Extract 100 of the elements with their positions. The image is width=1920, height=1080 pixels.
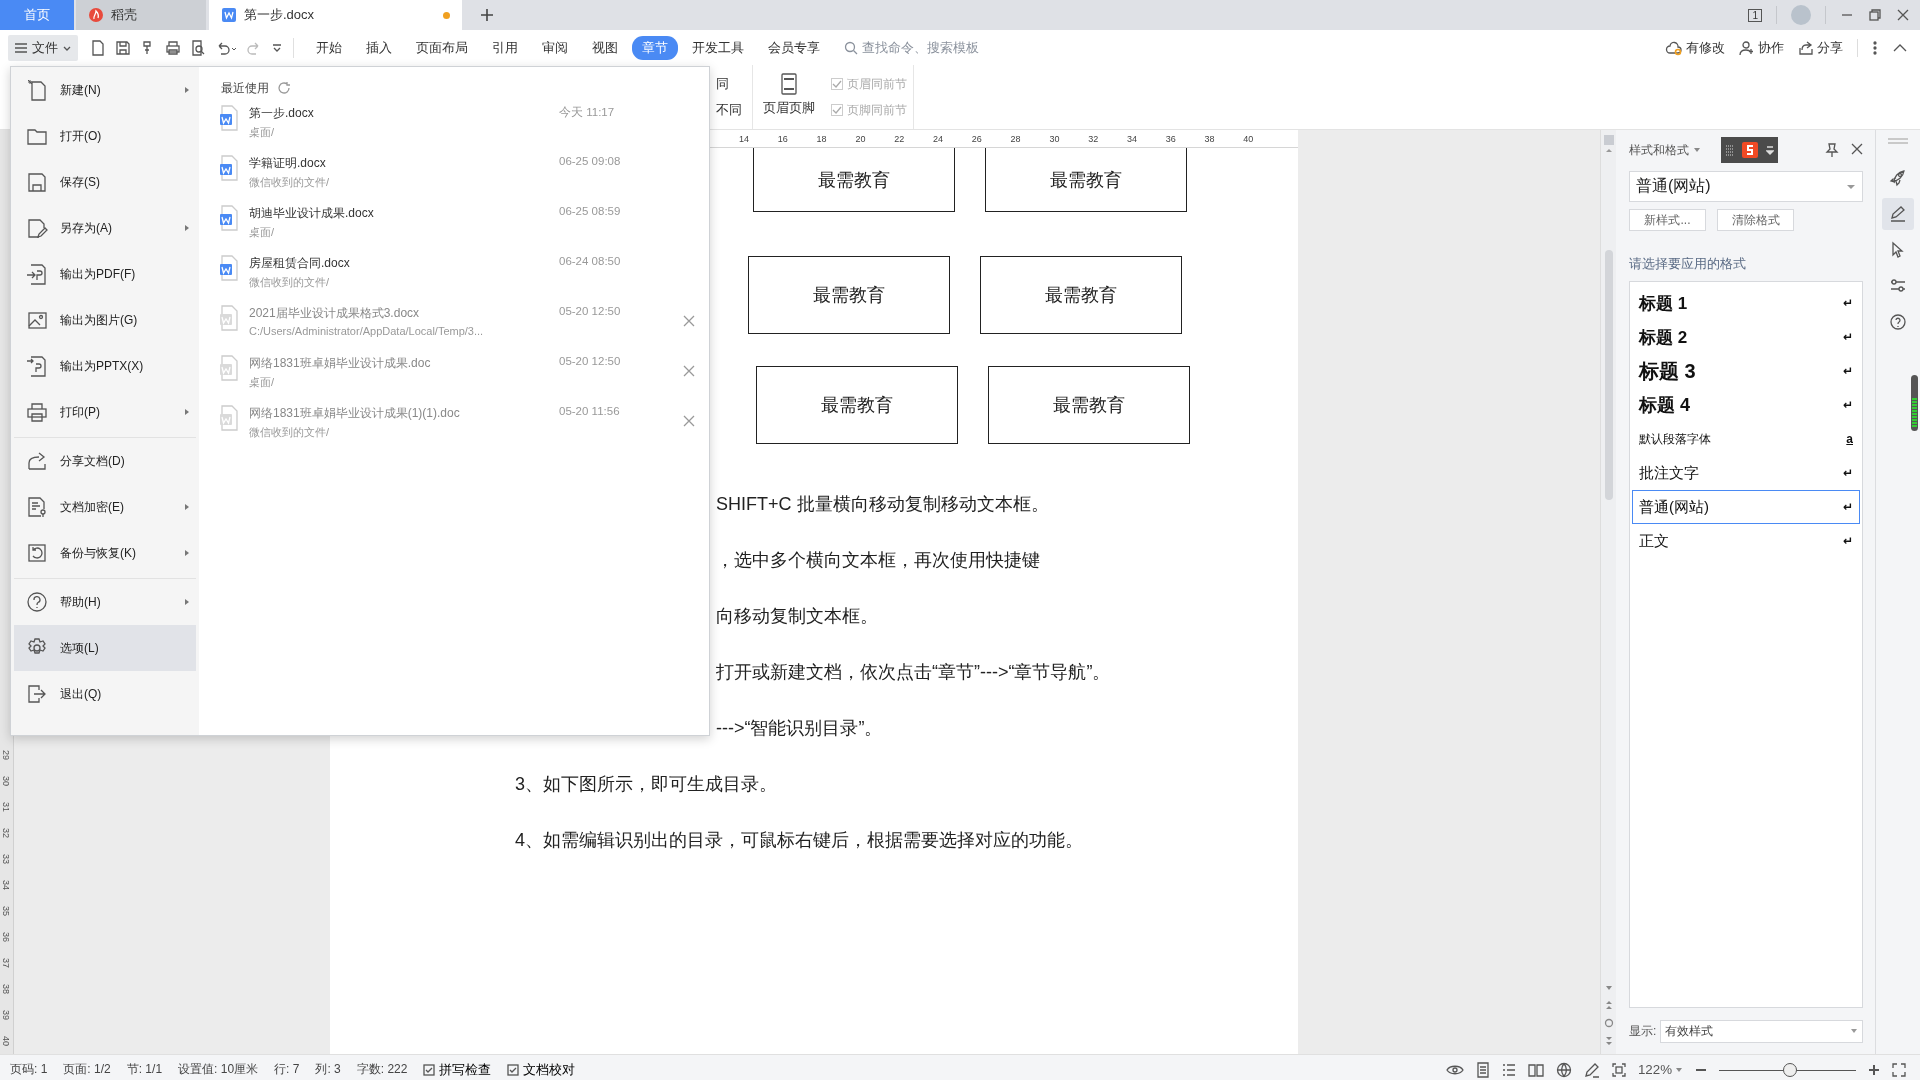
ruler-toggle-icon[interactable] <box>1602 134 1615 146</box>
menu-icon <box>14 40 28 55</box>
style-item[interactable]: 标题 4 ↵ <box>1632 388 1860 422</box>
ribbon-tab[interactable]: 插入 <box>356 35 402 60</box>
pen-icon[interactable] <box>1583 1061 1600 1078</box>
window-tab[interactable]: 稻壳 <box>76 0 206 30</box>
status-text: 页码: 1 <box>10 1061 48 1078</box>
slider-thumb[interactable] <box>1783 1062 1798 1077</box>
zoom-in-icon[interactable] <box>1868 1063 1880 1076</box>
ribbon-tab[interactable]: 页面布局 <box>406 35 478 60</box>
ribbon-tab[interactable]: 引用 <box>482 35 528 60</box>
recent-file[interactable]: 学籍证明.docx 微信收到的文件/ 06-25 09:08 <box>211 149 709 199</box>
menu-item[interactable]: 另存为(A) <box>14 205 196 251</box>
remove-icon[interactable] <box>683 315 695 327</box>
menu-item[interactable]: 帮助(H) <box>14 579 196 625</box>
sidebar-tool[interactable] <box>1882 198 1914 230</box>
close-icon[interactable] <box>1851 143 1863 155</box>
ruler-number: 34 <box>1126 133 1138 144</box>
style-item[interactable]: 标题 3 ↵ <box>1632 354 1860 388</box>
menu-item[interactable]: 退出(Q) <box>14 671 196 717</box>
scrollbar-thumb[interactable] <box>1604 250 1613 500</box>
recent-file[interactable]: 第一步.docx 桌面/ 今天 11:17 <box>211 99 709 149</box>
show-dropdown[interactable]: 有效样式 <box>1660 1019 1863 1043</box>
refresh-icon[interactable] <box>277 81 291 95</box>
caret-icon <box>1850 1028 1858 1034</box>
text-box[interactable]: 最需教育 <box>756 366 958 444</box>
ribbon-tab[interactable]: 审阅 <box>532 35 578 60</box>
toolbar-button[interactable]: 协作 <box>1739 38 1784 57</box>
window-count-button[interactable]: 1 <box>1748 8 1762 22</box>
print-preview-icon[interactable] <box>190 39 206 56</box>
add-tab-icon[interactable] <box>480 8 494 22</box>
save-icon[interactable] <box>115 39 131 56</box>
text-box[interactable]: 最需教育 <box>988 366 1190 444</box>
style-item[interactable]: 标题 1 ↵ <box>1632 286 1860 320</box>
text-box[interactable]: 最需教育 <box>980 256 1182 334</box>
text-box[interactable]: 最需教育 <box>753 148 955 212</box>
button-label[interactable]: 不同 <box>716 101 742 119</box>
pane-title[interactable]: 样式和格式 <box>1629 141 1689 159</box>
browse-object-icon[interactable] <box>1603 1018 1614 1028</box>
input-method-toolbar[interactable] <box>1721 137 1778 163</box>
header-footer-button[interactable]: 页眉页脚 <box>753 65 825 129</box>
ribbon-tab[interactable]: 开始 <box>306 35 352 60</box>
style-item[interactable]: 标题 2 ↵ <box>1632 320 1860 354</box>
menu-item[interactable]: 保存(S) <box>14 159 196 205</box>
menu-item[interactable]: 文档加密(E) <box>14 484 196 530</box>
pin-icon[interactable] <box>1825 143 1839 157</box>
text-box[interactable]: 最需教育 <box>748 256 950 334</box>
style-button[interactable]: 清除格式 <box>1717 209 1794 231</box>
style-item[interactable]: 批注文字 ↵ <box>1632 456 1860 490</box>
style-button[interactable]: 新样式... <box>1629 209 1706 231</box>
text-box[interactable]: 最需教育 <box>985 148 1187 212</box>
status-button[interactable]: 文档校对 <box>507 1060 576 1079</box>
book-icon[interactable] <box>1527 1062 1544 1077</box>
file-menu-button[interactable]: 文件 <box>8 34 78 61</box>
close-icon[interactable] <box>1896 8 1910 22</box>
fit-window-icon[interactable] <box>1611 1062 1626 1077</box>
remove-icon[interactable] <box>683 365 695 377</box>
toolbar-button[interactable]: 分享 <box>1798 38 1843 57</box>
style-item[interactable]: 默认段落字体 a <box>1632 422 1860 456</box>
ribbon-tab[interactable]: 开发工具 <box>682 35 754 60</box>
menu-item[interactable]: 输出为PDF(F) <box>14 251 196 297</box>
recent-file[interactable]: 2021届毕业设计成果格式3.docx C:/Users/Administrator/AppData/Local/Temp/3... 05-20 12:50 <box>211 299 709 349</box>
menu-item[interactable]: 备份与恢复(K) <box>14 530 196 576</box>
print-icon[interactable] <box>165 39 181 56</box>
outline-view-icon[interactable] <box>1501 1062 1516 1077</box>
cursor-icon <box>1889 241 1907 259</box>
page-view-icon[interactable] <box>1475 1061 1490 1078</box>
menu-item[interactable]: 打印(P) <box>14 389 196 435</box>
style-dropdown[interactable]: 普通(网站) <box>1629 171 1863 202</box>
ribbon-tab[interactable]: 会员专享 <box>758 35 830 60</box>
flame-logo-icon <box>88 7 104 23</box>
caret-icon[interactable] <box>1693 147 1701 153</box>
menu-item[interactable]: 选项(L) <box>14 625 196 671</box>
menu-item[interactable]: 输出为PPTX(X) <box>14 343 196 389</box>
status-button[interactable]: 拼写检查 <box>423 1060 492 1079</box>
ribbon-tab[interactable]: 视图 <box>582 35 628 60</box>
remove-icon[interactable] <box>683 415 695 427</box>
window-tab[interactable]: 第一步.docx <box>209 0 462 30</box>
menu-item[interactable]: 新建(N) <box>14 67 196 113</box>
fullscreen-icon[interactable] <box>1892 1062 1906 1077</box>
more-icon[interactable] <box>1872 39 1878 56</box>
recent-file[interactable]: 胡迪毕业设计成果.docx 桌面/ 06-25 08:59 <box>211 199 709 249</box>
style-item[interactable]: 正文 ↵ <box>1632 524 1860 558</box>
globe-icon[interactable] <box>1555 1061 1572 1078</box>
recent-file[interactable]: 网络1831班卓娟毕业设计成果.doc 桌面/ 05-20 12:50 <box>211 349 709 399</box>
zoom-level-dropdown[interactable]: 122% <box>1637 1062 1683 1077</box>
vertical-scrollbar[interactable] <box>1600 130 1616 1054</box>
menu-item[interactable]: 输出为图片(G) <box>14 297 196 343</box>
style-item[interactable]: 普通(网站) ↵ <box>1632 490 1860 524</box>
new-document-icon[interactable] <box>90 39 106 56</box>
scroll-down-icon[interactable] <box>1603 984 1614 992</box>
menu-item[interactable]: 分享文档(D) <box>14 438 196 484</box>
restore-icon[interactable] <box>1868 8 1882 22</box>
eye-icon[interactable] <box>1445 1063 1464 1076</box>
menu-item[interactable]: 打开(O) <box>14 113 196 159</box>
recent-file[interactable]: 房屋租赁合同.docx 微信收到的文件/ 06-24 08:50 <box>211 249 709 299</box>
zoom-slider[interactable] <box>1719 1062 1856 1077</box>
button-label[interactable]: 同 <box>716 75 742 93</box>
recent-file[interactable]: 网络1831班卓娟毕业设计成果(1)(1).doc 微信收到的文件/ 05-20 11:56 <box>211 399 709 449</box>
toolbar-button[interactable]: 有修改 <box>1665 38 1725 57</box>
